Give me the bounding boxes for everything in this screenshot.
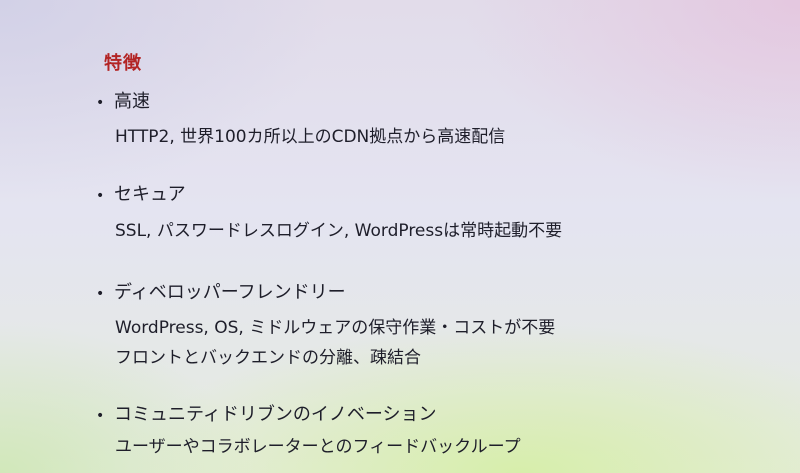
bullet-heading-community: • コミュニティドリブンのイノベーション <box>96 403 437 428</box>
bullet-icon: • <box>96 408 105 424</box>
heading-text: 高速 <box>114 91 150 112</box>
bullet-heading-developer: • ディベロッパーフレンドリー <box>96 281 346 306</box>
bullet-icon: • <box>96 286 105 302</box>
bullet-icon: • <box>96 95 105 111</box>
bullet-heading-secure: • セキュア <box>96 183 186 208</box>
detail-line: ユーザーやコラボレーターとのフィードバックループ <box>115 437 521 457</box>
detail-line: SSL, パスワードレスログイン, WordPressは常時起動不要 <box>115 221 563 241</box>
heading-text: セキュア <box>114 184 186 205</box>
heading-text: ディベロッパーフレンドリー <box>114 282 346 303</box>
slide-title: 特徴 <box>104 53 142 74</box>
heading-text: コミュニティドリブンのイノベーション <box>114 404 437 425</box>
detail-line: フロントとバックエンドの分離、疎結合 <box>115 348 421 368</box>
detail-line: HTTP2, 世界100カ所以上のCDN拠点から高速配信 <box>115 127 506 147</box>
bullet-heading-speed: • 高速 <box>96 90 150 115</box>
detail-line: WordPress, OS, ミドルウェアの保守作業・コストが不要 <box>115 318 556 338</box>
bullet-icon: • <box>96 188 105 204</box>
